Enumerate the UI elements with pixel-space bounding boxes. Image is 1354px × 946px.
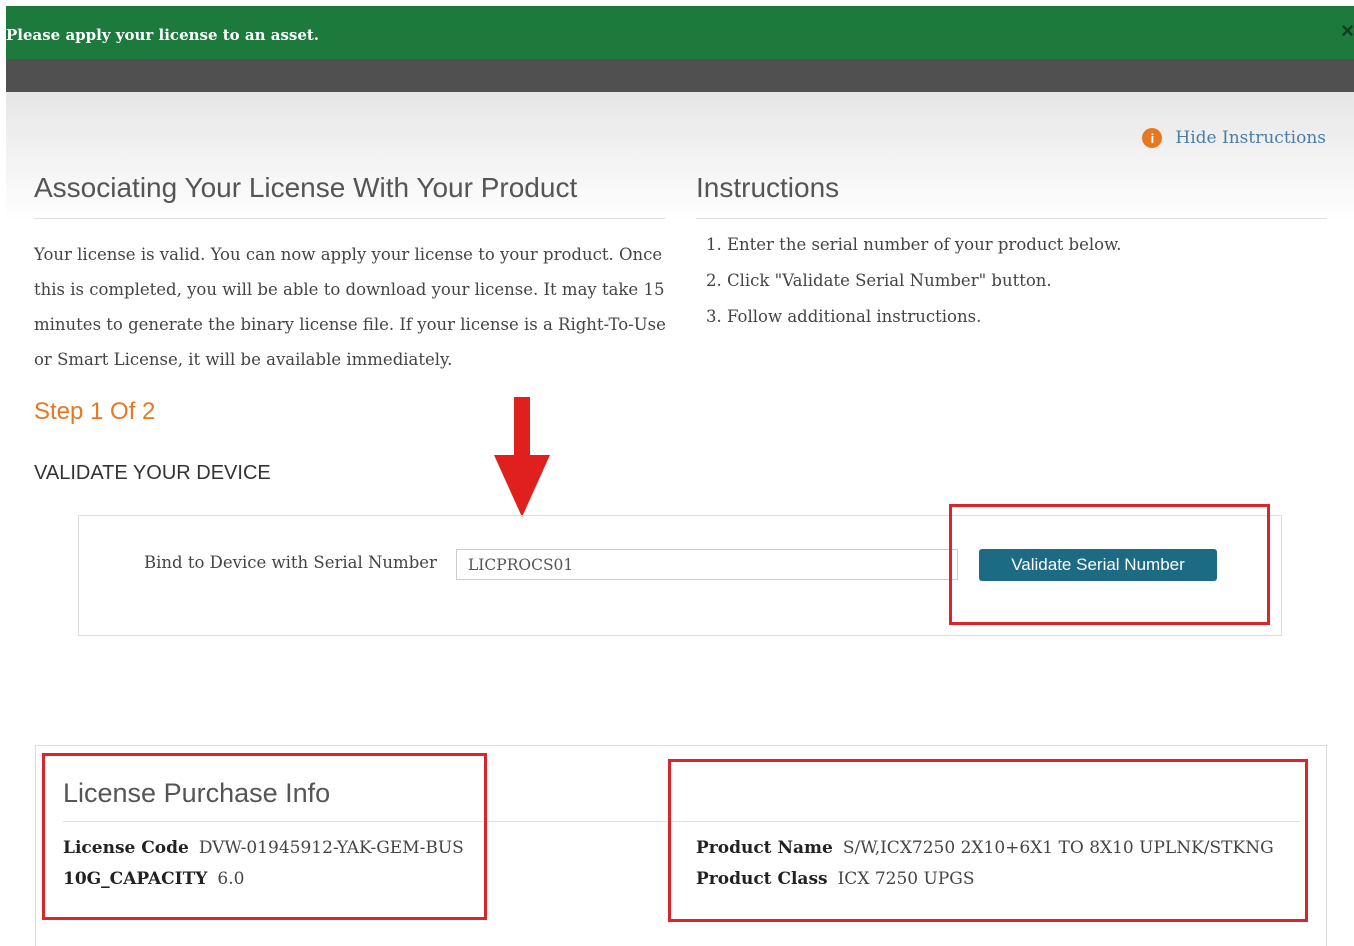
instructions-title: Instructions xyxy=(696,172,840,203)
hide-instructions-link[interactable]: i Hide Instructions xyxy=(1142,128,1326,148)
association-description: Your license is valid. You can now apply… xyxy=(34,245,666,369)
highlight-box-validate xyxy=(949,504,1270,625)
validate-device-title: VALIDATE YOUR DEVICE xyxy=(34,462,271,484)
serial-number-input[interactable] xyxy=(456,549,958,580)
highlight-box-license xyxy=(42,753,487,920)
instruction-step: 3. Follow additional instructions. xyxy=(706,307,982,326)
top-nav-bar xyxy=(6,59,1354,92)
info-icon: i xyxy=(1142,128,1163,148)
banner-message: Please apply your license to an asset. xyxy=(6,26,320,44)
association-divider xyxy=(34,218,665,219)
highlight-box-product xyxy=(668,759,1308,922)
hide-instructions-label: Hide Instructions xyxy=(1175,128,1326,148)
notification-banner: Please apply your license to an asset. × xyxy=(6,6,1354,59)
red-arrow-annotation xyxy=(494,397,550,517)
bind-device-label: Bind to Device with Serial Number xyxy=(144,553,437,572)
instruction-step: 1. Enter the serial number of your produ… xyxy=(706,235,1122,254)
step-indicator: Step 1 Of 2 xyxy=(34,398,156,425)
instructions-list: 1. Enter the serial number of your produ… xyxy=(706,230,1122,338)
instruction-step: 2. Click "Validate Serial Number" button… xyxy=(706,271,1052,290)
close-icon[interactable]: × xyxy=(1341,20,1354,42)
association-title: Associating Your License With Your Produ… xyxy=(34,172,578,203)
instructions-divider xyxy=(696,218,1327,219)
